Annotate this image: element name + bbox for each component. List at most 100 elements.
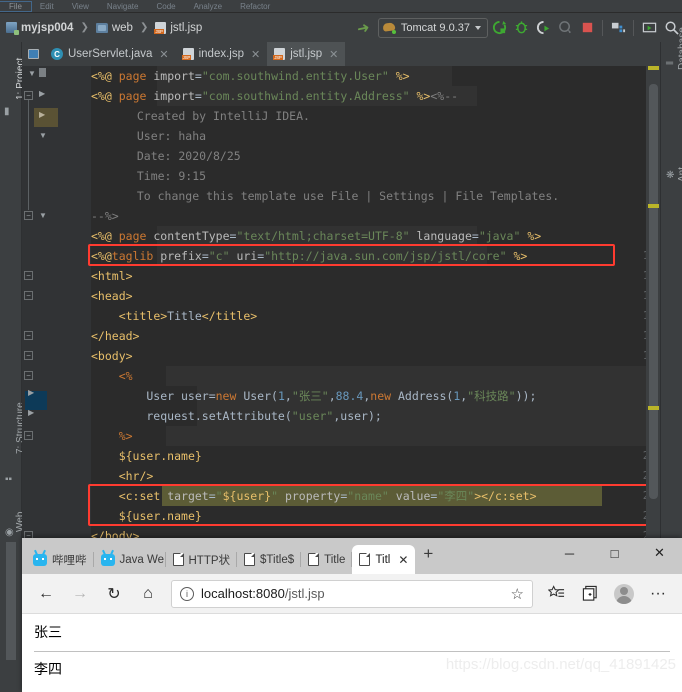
gutter-collapse-icon-2[interactable]: ▼ [39,131,47,140]
close-icon[interactable]: ✕ [159,48,168,61]
module-icon [6,22,19,35]
code-editor[interactable]: ▼ ▶ ▶ ▼ ▼ ▶ ▶ − − − − − − − − − 1 2 3 4 … [22,66,660,555]
page-icon [308,553,320,566]
edge-browser-window: 哔哩哔 Java We HTTP状 $Title$ Title Titl ✕ +… [22,538,682,692]
menu-item-code[interactable]: Code [147,2,184,11]
tool-tab-ant[interactable]: Ant [677,167,682,182]
scrollbar-marker-low [648,406,659,410]
editor-layout-icon[interactable] [22,42,44,66]
home-button[interactable]: ⌂ [132,578,164,610]
editor-tab-jstl-jsp[interactable]: jstl.jsp ✕ [267,42,346,66]
gutter-run-marker-4[interactable]: ▶ [28,408,34,417]
tool-tab-database[interactable]: Database [677,27,682,70]
close-button[interactable]: ✕ [637,538,682,568]
close-icon[interactable]: ✕ [398,553,408,567]
profile-icon[interactable] [554,17,576,39]
code-line-17: User user=new User(1,"张三",88.4,new Addre… [91,389,537,403]
refresh-button[interactable]: ↻ [98,578,130,610]
code-line-16: <% [118,369,133,383]
code-line-15: <body> [91,349,133,363]
code-line-23: ${user.name} [118,509,202,523]
menu-item-edit[interactable]: Edit [31,2,63,11]
code-line-12: <head> [91,289,133,303]
menu-item-navigate[interactable]: Navigate [98,2,148,11]
maximize-button[interactable]: □ [592,538,637,568]
new-tab-button[interactable]: + [415,544,441,568]
back-button[interactable]: ← [30,578,62,610]
fold-marker-line14[interactable]: − [24,331,33,340]
profile-avatar[interactable] [608,578,640,610]
breadcrumb-file[interactable]: jstl.jsp [170,22,202,34]
code-line-22: <c:set target="${user}" property="name" … [118,489,537,503]
gutter-run-marker-2[interactable]: ▶ [39,110,45,119]
browser-tab-bilibili[interactable]: 哔哩哔 [26,545,94,574]
browser-tab-label: Java We [119,553,165,566]
fold-marker-line12[interactable]: − [24,291,33,300]
watermark: https://blog.csdn.net/qq_41891425 [445,656,676,673]
jsp-file-icon [273,48,286,60]
scrollbar-remnant [6,542,16,660]
gutter-highlight [34,108,58,127]
run-with-coverage-icon[interactable] [532,17,554,39]
fold-marker-line16[interactable]: − [24,371,33,380]
gutter-collapse-all-icon[interactable]: ▼ [28,69,36,78]
menu-item-analyze[interactable]: Analyze [185,2,231,11]
editor-tab-userservlet[interactable]: C UserServlet.java ✕ [44,42,176,66]
run-icon[interactable] [488,17,510,39]
browser-tab-title[interactable]: Title [301,545,353,574]
browser-tab-active[interactable]: Titl ✕ [352,545,416,574]
favorites-icon[interactable] [540,578,572,610]
jsp-file-icon [154,21,167,34]
project-structure-icon[interactable] [607,17,629,39]
stop-icon[interactable] [576,17,598,39]
code-line-1: <%@ page import="com.southwind.entity.Us… [91,69,410,83]
fold-marker-line15[interactable]: − [24,351,33,360]
favorite-star-icon[interactable]: ☆ [511,585,524,603]
update-app-icon[interactable] [638,17,660,39]
editor-scrollbar[interactable] [646,66,660,555]
code-folding-column [77,66,91,555]
fold-marker-line19[interactable]: − [24,431,33,440]
editor-tab-label: UserServlet.java [68,48,153,60]
menu-item-view[interactable]: View [63,2,98,11]
minimize-button[interactable]: ─ [547,538,592,568]
breadcrumb-folder[interactable]: web [112,22,133,34]
gutter-run-marker-1[interactable]: ▶ [39,89,45,98]
bilibili-icon [100,553,115,566]
gutter-run-marker-3[interactable]: ▶ [28,388,34,397]
code-line-13: <title>Title</title> [118,309,258,323]
close-icon[interactable]: ✕ [329,48,338,61]
close-icon[interactable]: ✕ [251,48,260,61]
folder-icon: ▮ [4,106,10,117]
scrollbar-thumb[interactable] [649,84,658,499]
build-hammer-icon[interactable]: ➜ [356,17,372,37]
browser-tab-http[interactable]: HTTP状 [166,545,238,574]
menu-item-file[interactable]: File [0,0,32,12]
folder-icon [95,22,108,33]
gutter-file-marker-icon [39,68,46,77]
breadcrumb-separator-2: ❯ [139,22,149,33]
debug-icon[interactable] [510,17,532,39]
code-text[interactable]: <%@ page import="com.southwind.entity.Us… [91,66,646,555]
gutter-collapse-icon-3[interactable]: ▼ [39,211,47,220]
fold-marker-line11[interactable]: − [24,271,33,280]
info-icon[interactable]: i [180,586,194,601]
collections-icon[interactable] [574,578,606,610]
browser-tab-titleplaceholder[interactable]: $Title$ [237,545,302,574]
browser-tab-javaweb[interactable]: Java We [94,545,166,574]
address-bar[interactable]: i localhost:8080/jstl.jsp ☆ [171,579,533,608]
browser-tab-label: 哔哩哔 [52,554,87,567]
browser-tab-label: Title [324,553,346,566]
fold-marker-line2[interactable]: − [24,91,33,100]
scrollbar-marker-mid [648,204,659,208]
run-configuration-selector[interactable]: Tomcat 9.0.37 [377,17,488,38]
code-line-18: request.setAttribute("user",user); [91,409,382,423]
editor-tab-index-jsp[interactable]: index.jsp ✕ [176,42,268,66]
code-line-7: To change this template use File | Setti… [123,189,560,203]
menu-item-refactor[interactable]: Refactor [231,2,279,11]
breadcrumb-project[interactable]: myjsp004 [21,22,73,34]
fold-marker-line8[interactable]: − [24,211,33,220]
forward-button[interactable]: → [64,578,96,610]
left-tool-window-bar: 1: Project ▮ 7: Structure ▪▪ Web ◉ [0,42,26,555]
more-options-button[interactable]: ··· [642,578,674,610]
